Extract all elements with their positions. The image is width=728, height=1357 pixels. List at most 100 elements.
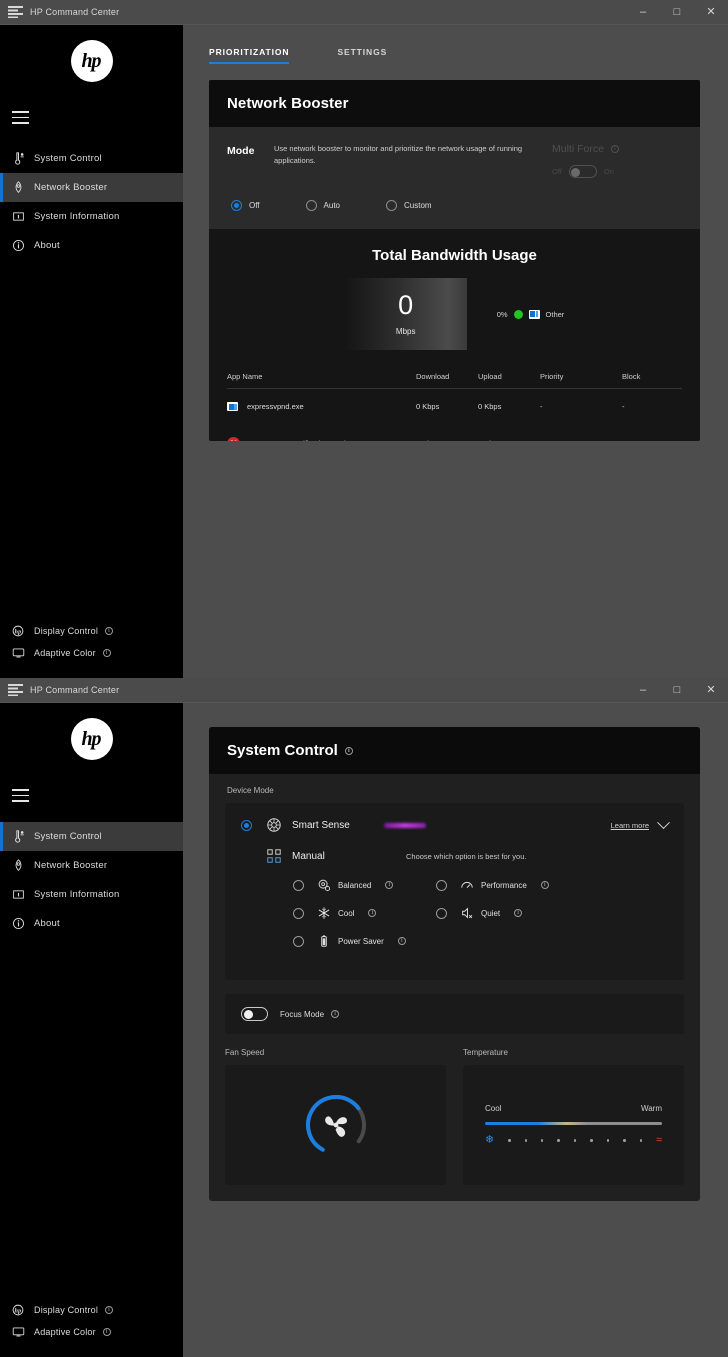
manual-label: Manual [292,850,325,862]
sidebar-window1: hp System Control Network Booster System… [0,25,183,678]
hp-menu-icon[interactable] [0,684,30,696]
app-window-icon [528,309,540,319]
system-information-icon [12,888,34,901]
table-row[interactable]: expressvpnd.exe 0 Kbps 0 Kbps - - [227,389,682,425]
cell-priority[interactable]: - [540,389,622,425]
sidebar-item-system-control[interactable]: System Control [0,144,183,173]
option-balanced[interactable]: Balanced i [293,878,436,892]
maximize-button[interactable]: □ [660,678,694,703]
focus-mode-panel: Focus Mode i [225,994,684,1034]
focus-mode-label-group: Focus Mode i [280,1009,340,1019]
svg-text:hp: hp [15,1308,22,1314]
temperature-warm-label: Warm [640,1104,662,1113]
tick-dot [573,1139,577,1142]
info-icon[interactable]: i [385,881,394,889]
manual-icon [266,848,292,864]
multi-force-toggle[interactable] [568,165,597,178]
info-icon[interactable]: i [102,1328,111,1336]
power-saver-icon [317,934,338,948]
minimize-button[interactable]: – [626,678,660,703]
hp-logo-text: hp [70,718,113,760]
smart-sense-label: Smart Sense [292,819,350,831]
sidebar-item-adaptive-color[interactable]: Adaptive Color i [0,1321,183,1343]
mode-option-auto[interactable]: Auto [305,200,340,211]
sidebar-item-display-control[interactable]: hp Display Control i [0,1299,183,1321]
learn-more-link[interactable]: Learn more [611,821,649,830]
tab-bar: PRIORITIZATION SETTINGS [183,25,728,64]
sidebar-item-display-control[interactable]: hp Display Control i [0,620,183,642]
mode-option-custom[interactable]: Custom [386,200,432,211]
hp-menu-icon[interactable] [0,6,30,18]
option-power-saver[interactable]: Power Saver i [293,934,436,948]
option-quiet[interactable]: Quiet i [436,906,579,920]
close-button[interactable]: ✕ [694,678,728,703]
info-icon[interactable]: i [105,1306,114,1314]
sidebar-item-system-control[interactable]: System Control [0,821,183,851]
tick-dot [623,1139,626,1142]
minimize-button[interactable]: – [626,0,660,25]
focus-mode-label: Focus Mode [280,1009,325,1019]
metrics-row: Fan Speed Temperature Cool Warm ❄ ≈ [225,1048,684,1185]
column-upload: Upload [478,372,540,389]
sidebar-item-label: Adaptive Color [34,648,96,658]
cell-block[interactable]: - [622,389,682,425]
info-icon[interactable]: i [102,649,111,657]
sidebar-item-label: Adaptive Color [34,1327,96,1337]
monitor-icon [12,1326,34,1338]
option-performance[interactable]: Performance i [436,878,579,892]
options-row-2: Cool i Quiet i [293,906,668,920]
temperature-bar [485,1122,662,1125]
fan-speed-label: Fan Speed [225,1048,265,1057]
info-icon[interactable]: i [331,1010,340,1018]
sidebar-item-adaptive-color[interactable]: Adaptive Color i [0,642,183,664]
device-mode-panel: Smart Sense Learn more Manual Choose whi… [225,803,684,980]
smart-sense-radio[interactable] [241,819,252,831]
cell-priority[interactable]: - [540,424,622,441]
info-icon[interactable]: i [105,627,114,635]
radio-indicator [293,879,304,891]
sidebar-item-network-booster[interactable]: Network Booster [0,851,183,880]
sidebar-item-about[interactable]: About [0,231,183,260]
smart-sense-row[interactable]: Smart Sense Learn more [241,815,670,833]
tab-settings[interactable]: SETTINGS [337,47,387,64]
radio-indicator [293,935,304,947]
table-row[interactable]: V ExpressVPNNotificationService.exe 0 Kb… [227,424,682,441]
manual-hint: Choose which option is best for you. [406,851,527,861]
mode-radio-group: Off Auto Custom [227,178,682,229]
multi-force-title: Multi Force i [552,143,682,155]
close-button[interactable]: ✕ [694,0,728,25]
sidebar-item-system-information[interactable]: System Information [0,880,183,909]
about-icon [12,239,34,252]
info-icon[interactable]: i [344,746,353,755]
chevron-down-icon[interactable] [657,815,670,829]
focus-mode-toggle[interactable] [241,1007,268,1021]
mode-label: Mode [227,145,255,157]
bandwidth-unit: Mbps [395,327,416,336]
cell-app-name: V ExpressVPNNotificationService.exe [227,424,416,441]
smart-sense-indicator [384,822,426,828]
option-label: Quiet [481,908,501,918]
mode-option-off[interactable]: Off [231,200,260,211]
expressvpn-icon: V [227,437,240,441]
system-control-body: Device Mode Smart Sense Learn more Manua… [209,774,700,1201]
learn-more-group[interactable]: Learn more [611,815,670,830]
sidebar-item-network-booster[interactable]: Network Booster [0,172,183,202]
option-cool[interactable]: Cool i [293,906,436,920]
info-icon[interactable]: i [514,909,523,917]
page-title: Network Booster [227,95,349,112]
hamburger-icon[interactable] [0,775,183,818]
window-title: HP Command Center [30,685,120,695]
info-icon[interactable]: i [368,909,377,917]
options-row-3: Power Saver i [293,934,668,948]
tab-prioritization[interactable]: PRIORITIZATION [209,47,290,64]
column-download: Download [416,372,478,389]
sidebar-item-about[interactable]: About [0,909,183,938]
maximize-button[interactable]: □ [660,0,694,25]
info-icon[interactable]: i [397,937,406,945]
column-priority: Priority [540,372,622,389]
mode-section: Mode Use network booster to monitor and … [209,127,700,229]
hamburger-icon[interactable] [0,97,183,140]
info-icon[interactable]: i [540,881,549,889]
cell-block[interactable]: - [622,424,682,441]
sidebar-item-system-information[interactable]: System Information [0,202,183,231]
